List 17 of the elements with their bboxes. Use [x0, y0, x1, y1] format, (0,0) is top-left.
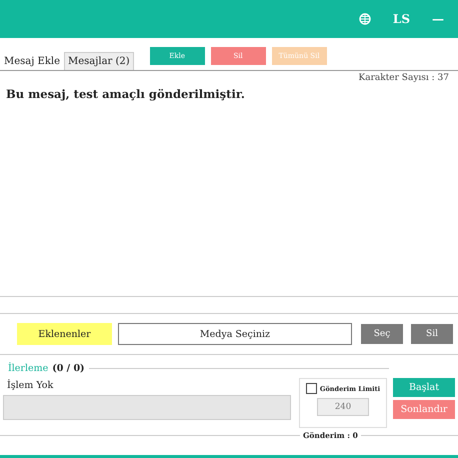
message-editor[interactable]: Karakter Sayısı : 37 Bu mesaj, test amaçlı gönderilmiştir.: [0, 71, 458, 297]
limit-field[interactable]: 240: [317, 398, 369, 416]
added-label[interactable]: Eklenenler: [17, 323, 112, 345]
choose-button[interactable]: Seç: [361, 324, 403, 344]
limit-checkbox[interactable]: [306, 383, 317, 394]
remove-button[interactable]: Sil: [411, 324, 453, 344]
start-button[interactable]: Başlat: [393, 378, 455, 397]
language-label[interactable]: LS: [392, 12, 410, 26]
progress-legend: İlerleme: [0, 363, 48, 374]
character-count: Karakter Sayısı : 37: [357, 72, 450, 83]
media-field[interactable]: Medya Seçiniz: [118, 323, 352, 345]
stop-button[interactable]: Sonlandır: [393, 400, 455, 419]
minimize-button[interactable]: —: [432, 12, 444, 26]
progress-count: (0 / 0): [52, 363, 85, 374]
message-text: Bu mesaj, test amaçlı gönderilmiştir.: [5, 86, 246, 103]
tab[interactable]: Mesajlar (2): [64, 52, 134, 70]
status-text: İşlem Yok: [6, 378, 54, 393]
